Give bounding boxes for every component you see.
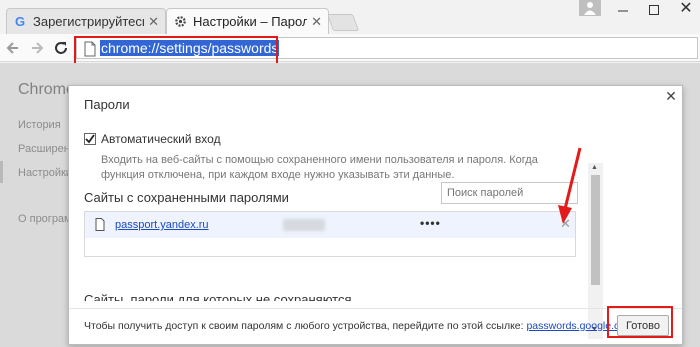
- tab-strip: G Зарегистрируйтесь ✕ Настройки – Пароли…: [0, 0, 700, 34]
- tab-label: Зарегистрируйтесь: [33, 14, 145, 29]
- window-close-icon[interactable]: ✕: [675, 0, 697, 18]
- tab-settings-passwords[interactable]: Настройки – Пароли ✕: [166, 8, 329, 34]
- passwords-dialog: Пароли ✕ Автоматический вход Входить на …: [68, 85, 683, 345]
- annotation-arrow: [558, 147, 582, 224]
- close-tab-icon[interactable]: ✕: [311, 14, 322, 30]
- saved-passwords-list: passport.yandex.ru •••• ✕: [84, 211, 576, 257]
- settings-gear-icon: [173, 15, 187, 29]
- google-icon: G: [13, 15, 27, 29]
- dialog-close-icon[interactable]: ✕: [665, 89, 677, 103]
- maximize-icon[interactable]: [643, 2, 665, 18]
- done-highlight-box: [607, 306, 673, 338]
- password-site-link[interactable]: passport.yandex.ru: [115, 219, 209, 231]
- dialog-footer: Чтобы получить доступ к своим паролям с …: [69, 308, 682, 345]
- new-tab-button[interactable]: [326, 14, 360, 31]
- forward-arrow-icon[interactable]: [28, 39, 46, 57]
- scrollbar-thumb[interactable]: [591, 175, 600, 285]
- user-profile-icon[interactable]: [579, 0, 601, 16]
- close-tab-icon[interactable]: ✕: [148, 14, 159, 30]
- footer-message: Чтобы получить доступ к своим паролям с …: [84, 320, 524, 332]
- masked-password[interactable]: ••••: [420, 216, 441, 230]
- auto-signin-checkbox[interactable]: [84, 133, 96, 145]
- auto-signin-description: Входить на веб-сайты с помощью сохраненн…: [101, 154, 538, 181]
- blurred-username: [283, 219, 325, 231]
- minimize-icon[interactable]: [612, 2, 634, 18]
- password-row[interactable]: passport.yandex.ru •••• ✕: [85, 212, 575, 238]
- back-arrow-icon[interactable]: [4, 39, 22, 57]
- reload-icon[interactable]: [52, 39, 70, 57]
- scroll-up-arrow-icon[interactable]: ▲: [591, 164, 598, 171]
- footer-text: Чтобы получить доступ к своим паролям с …: [84, 320, 634, 332]
- never-saved-heading: Сайты, пароли для которых не сохраняются: [84, 292, 352, 307]
- svg-text:G: G: [15, 15, 25, 28]
- file-icon: [95, 218, 105, 231]
- dialog-title: Пароли: [84, 97, 130, 112]
- tab-register[interactable]: G Зарегистрируйтесь ✕: [6, 8, 166, 34]
- auto-signin-label: Автоматический вход: [101, 132, 221, 146]
- tab-label: Настройки – Пароли: [193, 14, 308, 29]
- saved-passwords-heading: Сайты с сохраненными паролями: [84, 190, 289, 205]
